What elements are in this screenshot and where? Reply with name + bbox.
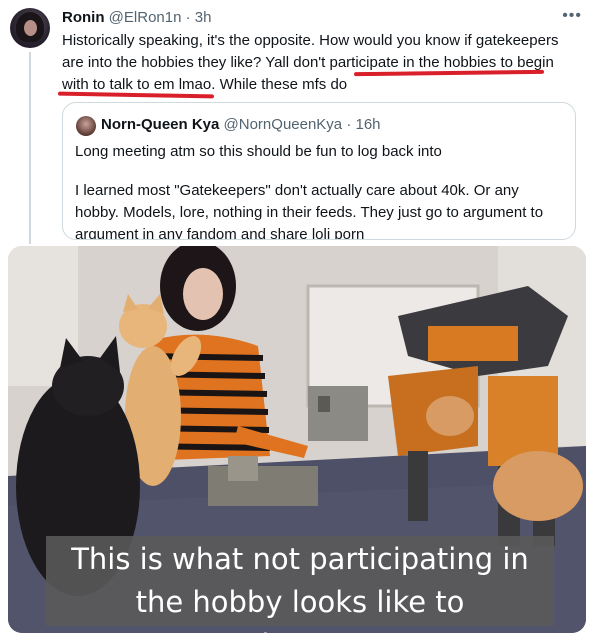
tweet-text: Historically speaking, it's the opposite… <box>62 30 582 96</box>
avatar-face <box>24 20 37 36</box>
author-avatar[interactable] <box>10 8 50 48</box>
photo-titan-1-leg <box>408 451 428 521</box>
tweet-text-part-2: to talk to em lmao. While these mfs do <box>88 76 348 93</box>
quoted-author-name: Norn-Queen Kya <box>101 116 220 133</box>
quoted-paragraph-2: I learned most "Gatekeepers" don't actua… <box>75 182 544 240</box>
photo-ruin-building <box>308 386 368 441</box>
photo-ginger-cat-3-body <box>493 451 583 521</box>
photo-ginger-cat-2-head <box>426 396 474 436</box>
thread-line <box>29 52 31 244</box>
quoted-author-handle: @NornQueenKya <box>223 116 343 133</box>
quoted-author-avatar <box>76 116 96 136</box>
quoted-separator: · <box>342 116 356 133</box>
more-horizontal-icon[interactable]: ••• <box>562 7 582 25</box>
photo-ruin-block <box>228 456 258 481</box>
tweet-header: Ronin @ElRon1n · 3h <box>62 8 211 28</box>
photo-titan-1-armor <box>428 326 518 361</box>
tweet: Ronin @ElRon1n · 3h ••• Historically spe… <box>0 0 594 640</box>
author-name[interactable]: Ronin <box>62 9 105 26</box>
author-handle[interactable]: @ElRon1n <box>109 9 182 26</box>
photo-ruin-terrain <box>208 466 318 506</box>
quoted-tweet-header: Norn-Queen Kya @NornQueenKya · 16h <box>101 115 381 135</box>
tweet-photo[interactable]: This is what not participating in the ho… <box>8 246 586 633</box>
quoted-time: 16h <box>355 116 381 133</box>
quoted-paragraph-1: Long meeting atm so this should be fun t… <box>75 143 442 160</box>
photo-caption: This is what not participating in the ho… <box>71 542 529 633</box>
tweet-time[interactable]: 3h <box>195 9 212 26</box>
photo-ruin-window <box>318 396 330 412</box>
photo-woman-face <box>183 268 223 320</box>
header-separator: · <box>181 9 195 26</box>
quoted-tweet[interactable]: Norn-Queen Kya @NornQueenKya · 16h Long … <box>62 102 576 240</box>
quoted-tweet-text: Long meeting atm so this should be fun t… <box>75 141 565 240</box>
